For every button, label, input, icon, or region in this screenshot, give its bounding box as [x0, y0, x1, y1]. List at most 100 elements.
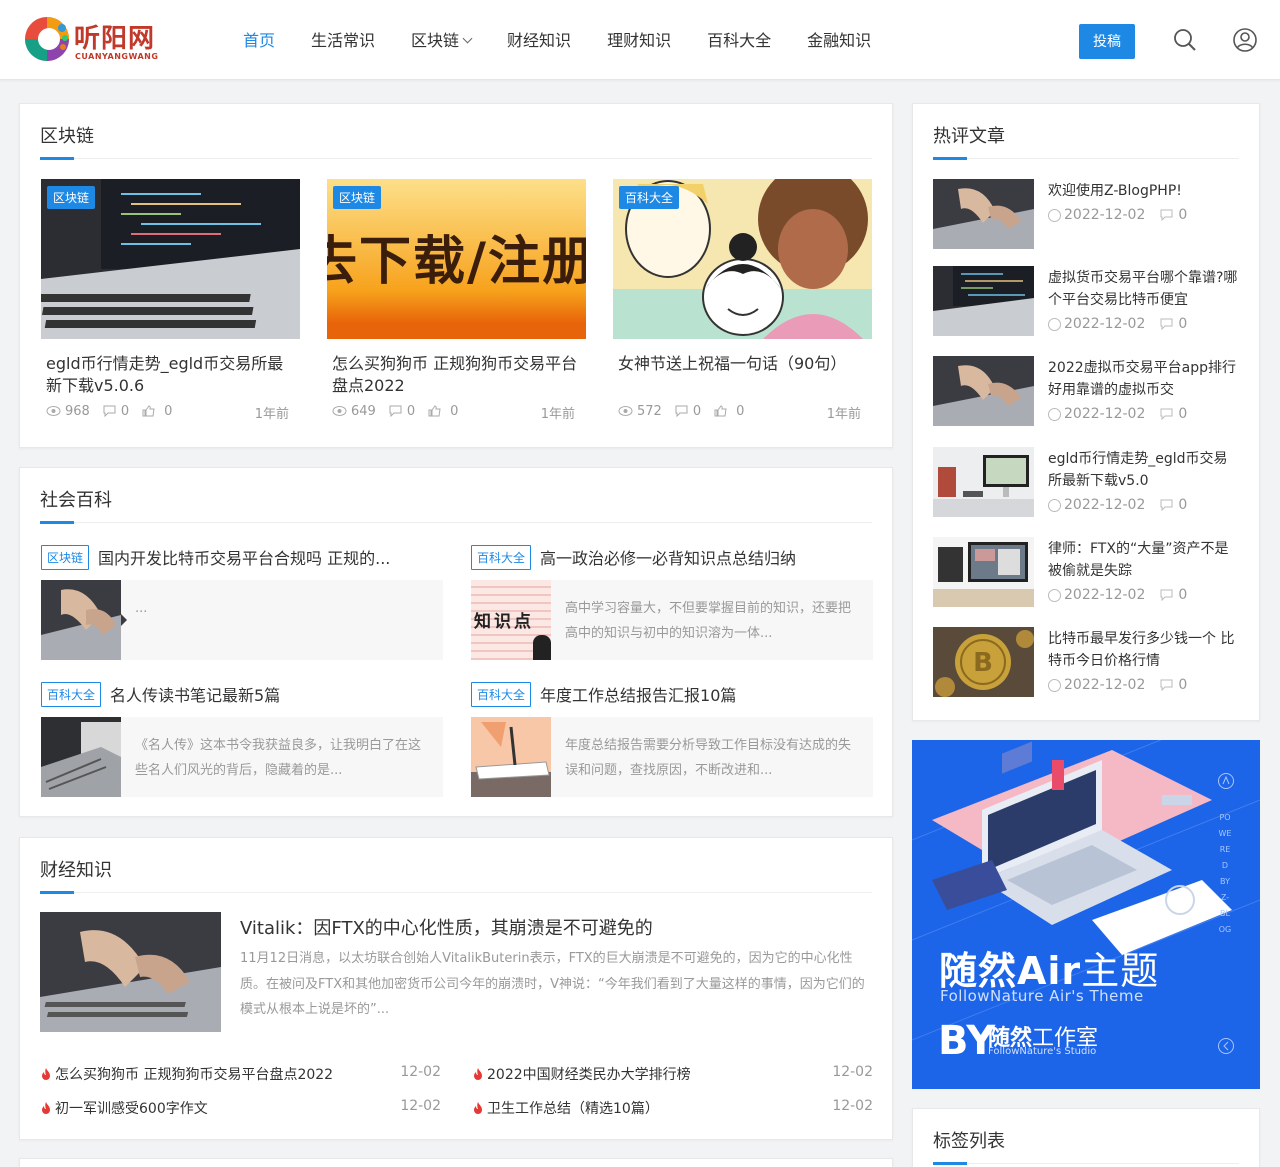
list-item[interactable]: 初一军训感受600字作文 12-02	[41, 1098, 441, 1118]
article-thumbnail[interactable]	[471, 717, 551, 797]
article-excerpt: 《名人传》这本书令我获益良多，让我明白了在这些名人们风光的背后，隐藏着的是...	[135, 738, 422, 778]
nav-item-blockchain[interactable]: 区块链	[393, 0, 489, 80]
category-badge[interactable]: 百科大全	[619, 186, 680, 209]
hot-article[interactable]: 2022虚拟币交易平台app排行好用靠谱的虚拟币交 2022-12-02 0	[933, 356, 1240, 426]
social-article[interactable]: 百科大全 名人传读书笔记最新5篇 《名人传》这本书令我获益良多，让我明白了在这些…	[41, 680, 443, 797]
view-count: 649	[351, 403, 376, 419]
hot-article-title[interactable]: 比特币最早发行多少钱一个 比特币今日价格行情	[1048, 628, 1238, 672]
hot-article-meta: 2022-12-02 0	[1048, 587, 1187, 603]
article-thumbnail[interactable]	[933, 266, 1034, 336]
hot-article-meta: 2022-12-02 0	[1048, 497, 1187, 513]
clock-icon	[1048, 407, 1061, 421]
featured-title[interactable]: Vitalik：因FTX的中心化性质，其崩溃是不可避免的	[240, 914, 653, 940]
hot-article[interactable]: 欢迎使用Z-BlogPHP! 2022-12-02 0	[933, 179, 1240, 249]
thumbs-up-icon	[428, 405, 441, 417]
blockchain-section: 区块链 区块链 egld币行情走势_egld币交易所最新下载v5.0.6 968…	[19, 103, 893, 448]
article-thumbnail[interactable]	[933, 447, 1034, 517]
article-thumbnail[interactable]	[41, 580, 121, 660]
eye-icon	[618, 406, 633, 416]
list-item[interactable]: 怎么买狗狗币 正规狗狗币交易平台盘点2022 12-02	[41, 1064, 441, 1084]
site-header: 听阳网 CUANYANGWANG 首页 生活常识 区块链 财经知识 理财知识 百…	[0, 0, 1280, 80]
category-tag[interactable]: 百科大全	[41, 681, 102, 707]
article-title[interactable]: 名人传读书笔记最新5篇	[110, 682, 280, 706]
user-icon[interactable]	[1232, 27, 1258, 53]
category-tag[interactable]: 百科大全	[471, 681, 532, 707]
hot-article-meta: 2022-12-02 0	[1048, 406, 1187, 422]
article-title[interactable]: 高一政治必修一必背知识点总结归纳	[540, 545, 796, 569]
hot-article-comments: 0	[1178, 406, 1188, 422]
banner-studio-subtitle: FollowNature's Studio	[988, 1046, 1097, 1057]
main-nav: 首页 生活常识 区块链 财经知识 理财知识 百科大全 金融知识	[225, 0, 889, 80]
hot-article-title[interactable]: 律师：FTX的“大量”资产不是被偷就是失踪	[1048, 538, 1238, 582]
banner-subtitle: FollowNature Air's Theme	[940, 987, 1144, 1005]
fire-icon	[474, 1102, 482, 1114]
hot-article-meta: 2022-12-02 0	[1048, 207, 1187, 223]
hot-article-date: 2022-12-02	[1064, 406, 1146, 422]
article-thumbnail[interactable]	[933, 179, 1034, 249]
nav-item-life[interactable]: 生活常识	[293, 0, 393, 80]
category-badge[interactable]: 区块链	[47, 186, 96, 209]
hot-article-comments: 0	[1178, 497, 1188, 513]
article-title[interactable]: 怎么买狗狗币 正规狗狗币交易平台盘点2022	[332, 353, 581, 397]
comment-count: 0	[692, 403, 702, 419]
category-tag[interactable]: 区块链	[41, 544, 90, 570]
article-excerpt: ...	[135, 601, 148, 616]
widget-divider	[933, 1162, 1239, 1165]
nav-item-encyclopedia[interactable]: 百科大全	[689, 0, 789, 80]
article-excerpt: 年度总结报告需要分析导致工作目标没有达成的失误和问题，查找原因，不断改进和...	[565, 738, 852, 778]
nav-item-home[interactable]: 首页	[225, 0, 293, 80]
hot-article[interactable]: egld币行情走势_egld币交易所最新下载v5.0 2022-12-02 0	[933, 447, 1240, 517]
view-count: 572	[637, 403, 662, 419]
article-thumbnail[interactable]: 知识点	[471, 580, 551, 660]
nav-item-money[interactable]: 理财知识	[589, 0, 689, 80]
like-count: 0	[736, 403, 745, 419]
category-tag[interactable]: 百科大全	[471, 544, 532, 570]
article-title[interactable]: egld币行情走势_egld币交易所最新下载v5.0.6	[46, 353, 295, 397]
section-divider	[40, 157, 872, 160]
hot-article-title[interactable]: 欢迎使用Z-BlogPHP!	[1048, 180, 1238, 202]
nav-item-finance[interactable]: 财经知识	[489, 0, 589, 80]
social-article[interactable]: 百科大全 年度工作总结报告汇报10篇 年度总结报告需要分析导致工作目标没有达成的…	[471, 680, 873, 797]
submit-article-button[interactable]: 投稿	[1079, 24, 1135, 59]
section-title: 社会百科	[40, 490, 112, 511]
social-article[interactable]: 区块链 国内开发比特币交易平台合规吗 正规的... ...	[41, 543, 443, 660]
widget-title: 热评文章	[933, 126, 1005, 147]
article-thumbnail[interactable]	[41, 717, 121, 797]
grid-article-card[interactable]: 百科大全 女神节送上祝福一句话（90句） 572 0 0 1年前	[613, 179, 872, 422]
nav-item-banking[interactable]: 金融知识	[789, 0, 889, 80]
comment-icon	[1160, 318, 1173, 330]
article-thumbnail[interactable]	[933, 537, 1034, 607]
logo-mark-icon	[25, 17, 69, 61]
article-thumbnail[interactable]: 去下载/注册 区块链	[327, 179, 586, 339]
hot-article[interactable]: B 比特币最早发行多少钱一个 比特币今日价格行情 2022-12-02 0	[933, 627, 1240, 697]
article-title[interactable]: 年度工作总结报告汇报10篇	[540, 682, 736, 706]
fire-icon	[42, 1068, 50, 1080]
theme-banner[interactable]: 随然Air主题 FollowNature Air's Theme BY 随然工作…	[912, 740, 1260, 1089]
search-icon[interactable]	[1172, 27, 1198, 53]
hot-article[interactable]: 虚拟货币交易平台哪个靠谱?哪个平台交易比特币便宜 2022-12-02 0	[933, 266, 1240, 336]
article-thumbnail[interactable]: B	[933, 627, 1034, 697]
hot-article-title[interactable]: 2022虚拟币交易平台app排行好用靠谱的虚拟币交	[1048, 357, 1238, 401]
hot-article-date: 2022-12-02	[1064, 497, 1146, 513]
featured-thumbnail[interactable]	[40, 912, 221, 1032]
comment-icon	[389, 405, 402, 417]
article-thumbnail[interactable]	[933, 356, 1034, 426]
site-logo[interactable]: 听阳网 CUANYANGWANG	[22, 14, 162, 64]
social-article[interactable]: 百科大全 高一政治必修一必背知识点总结归纳 知识点 高中学习容量大，不但要掌握目…	[471, 543, 873, 660]
grid-article-card[interactable]: 去下载/注册 区块链 怎么买狗狗币 正规狗狗币交易平台盘点2022 649 0 …	[327, 179, 586, 422]
article-thumbnail[interactable]: 百科大全	[613, 179, 872, 339]
article-title[interactable]: 国内开发比特币交易平台合规吗 正规的...	[98, 545, 390, 569]
list-item[interactable]: 2022中国财经类民办大学排行榜 12-02	[473, 1064, 873, 1084]
comment-count: 0	[120, 403, 130, 419]
banner-bottom-icon	[1218, 1038, 1234, 1054]
article-meta: 572 0 0 1年前	[618, 401, 867, 422]
list-item[interactable]: 卫生工作总结（精选10篇） 12-02	[473, 1098, 873, 1118]
article-thumbnail[interactable]: 区块链	[41, 179, 300, 339]
hot-article-title[interactable]: 虚拟货币交易平台哪个靠谱?哪个平台交易比特币便宜	[1048, 267, 1238, 311]
widget-divider	[933, 157, 1239, 160]
grid-article-card[interactable]: 区块链 egld币行情走势_egld币交易所最新下载v5.0.6 968 0 0…	[41, 179, 300, 422]
hot-article-title[interactable]: egld币行情走势_egld币交易所最新下载v5.0	[1048, 448, 1238, 492]
hot-article[interactable]: 律师：FTX的“大量”资产不是被偷就是失踪 2022-12-02 0	[933, 537, 1240, 607]
category-badge[interactable]: 区块链	[333, 186, 382, 209]
article-title[interactable]: 女神节送上祝福一句话（90句）	[618, 353, 867, 397]
